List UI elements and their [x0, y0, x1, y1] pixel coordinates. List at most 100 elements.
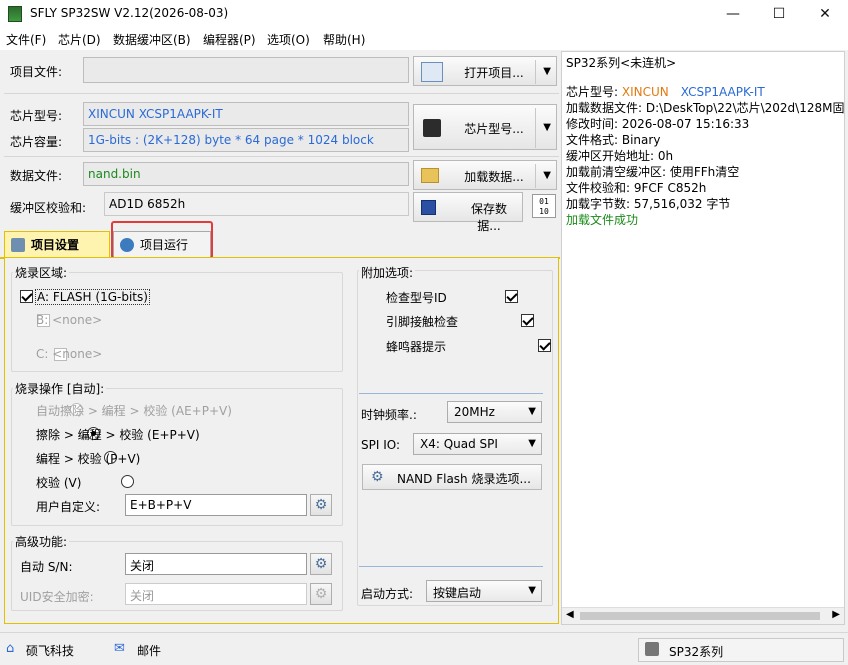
op-verify-radio[interactable]: [120, 475, 134, 488]
chevron-down-icon: ▼: [528, 585, 536, 596]
op-custom-label: 用户自定义:: [36, 500, 101, 514]
chip-capacity-field: 1G-bits : (2K+128) byte * 64 page * 1024…: [83, 128, 409, 152]
close-button[interactable]: ✕: [802, 0, 848, 28]
chip-capacity-label: 芯片容量:: [10, 135, 63, 149]
buzzer-label: 蜂鸣器提示: [386, 340, 447, 354]
auto-sn-label: 自动 S/N:: [20, 560, 73, 574]
chevron-down-icon: ▼: [528, 406, 536, 417]
menu-buffer[interactable]: 数据缓冲区(B): [113, 31, 191, 48]
chevron-down-icon[interactable]: ▼: [543, 170, 551, 181]
maximize-button[interactable]: ☐: [756, 0, 802, 28]
chip-model-label: 芯片型号:: [10, 109, 63, 123]
op-program-label: 编程 > 校验 (P+V): [36, 452, 141, 466]
menu-bar: 文件(F) 芯片(D) 数据缓冲区(B) 编程器(P) 选项(O) 帮助(H): [0, 28, 848, 50]
burn-area-a-checkbox[interactable]: [20, 290, 33, 303]
chevron-down-icon[interactable]: ▼: [543, 66, 551, 77]
gear-icon[interactable]: ⚙: [310, 494, 332, 516]
menu-chip[interactable]: 芯片(D): [58, 31, 101, 48]
burn-area-c-label: C: <none>: [36, 347, 103, 361]
chip-model-button[interactable]: 芯片型号... ▼: [413, 104, 557, 150]
horizontal-scrollbar[interactable]: ◀ ▶: [562, 607, 844, 624]
chip-icon: [423, 119, 441, 137]
log-line: 文件格式: Binary: [566, 133, 661, 147]
gear-icon: ⚙: [371, 469, 384, 485]
log-chip-line: 芯片型号: XINCUN XCSP1AAPK-IT: [566, 83, 765, 100]
pin-check-checkbox[interactable]: [521, 314, 535, 327]
save-data-button[interactable]: 保存数据...: [413, 192, 523, 233]
buzzer-checkbox[interactable]: [538, 339, 552, 352]
log-line: 加载前清空缓冲区: 使用FFh清空: [566, 165, 740, 179]
check-id-checkbox[interactable]: [504, 290, 518, 303]
scroll-left-icon[interactable]: ◀: [566, 609, 574, 620]
start-mode-label: 启动方式:: [361, 587, 414, 601]
open-project-button[interactable]: 打开项目... ▼: [413, 56, 557, 86]
spi-io-label: SPI IO:: [361, 438, 401, 452]
hex-view-button[interactable]: 01 10: [532, 194, 556, 218]
menu-file[interactable]: 文件(F): [6, 31, 46, 48]
menu-programmer[interactable]: 编程器(P): [203, 31, 256, 48]
clock-label: 时钟频率.:: [361, 408, 417, 422]
mail-link[interactable]: 邮件: [137, 642, 161, 659]
start-mode-value: 按键启动: [433, 586, 482, 600]
log-chip-model: XCSP1AAPK-IT: [680, 85, 765, 99]
log-line: 文件校验和: 9FCF C852h: [566, 181, 707, 195]
uid-encrypt-input: 关闭: [125, 583, 307, 605]
tab-bar: 项目设置 项目运行: [0, 221, 560, 259]
chip-model-button-label: 芯片型号...: [464, 122, 524, 136]
load-data-button[interactable]: 加载数据... ▼: [413, 160, 557, 190]
chip-model-field: XINCUN XCSP1AAPK-IT: [83, 102, 409, 126]
divider: [535, 164, 536, 188]
log-header: SP32系列<未连机>: [566, 56, 677, 70]
company-link[interactable]: 硕飞科技: [26, 642, 74, 659]
burn-operation-title: 烧录操作 [自动]:: [13, 380, 107, 397]
log-line: 加载字节数: 57,516,032 字节: [566, 197, 731, 211]
burn-area-b-label: B: <none>: [36, 313, 103, 327]
divider: [535, 108, 536, 148]
op-verify-label: 校验 (V): [36, 476, 82, 490]
gear-icon: ⚙: [310, 583, 332, 605]
device-icon: [645, 642, 659, 656]
open-project-label: 打开项目...: [464, 66, 524, 80]
status-bar: ⌂ 硕飞科技 ✉ 邮件 SP32系列: [0, 632, 848, 665]
auto-sn-input[interactable]: 关闭: [125, 553, 307, 575]
nand-options-label: NAND Flash 烧录选项...: [397, 472, 531, 486]
project-file-label: 项目文件:: [10, 65, 63, 79]
data-file-label: 数据文件:: [10, 169, 63, 183]
save-icon: [421, 200, 436, 215]
pin-check-label: 引脚接触检查: [386, 315, 459, 329]
spi-io-select[interactable]: X4: Quad SPI ▼: [413, 433, 542, 455]
clock-select[interactable]: 20MHz ▼: [447, 401, 542, 423]
tab-highlight-box: [111, 221, 213, 259]
burn-area-a-label: A: FLASH (1G-bits): [35, 289, 150, 305]
scrollbar-thumb[interactable]: [580, 612, 820, 620]
tab-project-settings[interactable]: 项目设置: [4, 231, 110, 257]
divider: [4, 156, 559, 157]
log-success: 加载文件成功: [566, 213, 639, 227]
tab-project-settings-label: 项目设置: [31, 238, 80, 252]
app-icon: [8, 6, 22, 22]
open-project-icon: [421, 62, 443, 82]
data-file-field: nand.bin: [83, 162, 409, 186]
device-status: SP32系列: [638, 638, 844, 662]
project-file-field[interactable]: [83, 57, 409, 83]
menu-help[interactable]: 帮助(H): [323, 31, 365, 48]
divider: [4, 93, 559, 94]
clock-value: 20MHz: [454, 405, 495, 419]
minimize-button[interactable]: —: [710, 0, 756, 28]
burn-area-title: 烧录区域:: [13, 264, 70, 281]
advanced-title: 高级功能:: [13, 533, 70, 550]
title-bar: SFLY SP32SW V2.12(2026-08-03) — ☐ ✕: [0, 0, 848, 28]
project-settings-panel: 烧录区域: A: FLASH (1G-bits) B: <none> C: <n…: [4, 257, 559, 624]
custom-op-input[interactable]: E+B+P+V: [125, 494, 307, 516]
chevron-down-icon: ▼: [528, 438, 536, 449]
chevron-down-icon[interactable]: ▼: [543, 122, 551, 133]
scroll-right-icon[interactable]: ▶: [832, 609, 840, 620]
menu-options[interactable]: 选项(O): [267, 31, 310, 48]
gear-icon[interactable]: ⚙: [310, 553, 332, 575]
start-mode-select[interactable]: 按键启动 ▼: [426, 580, 542, 602]
settings-icon: [11, 237, 25, 252]
device-series: SP32系列: [669, 645, 724, 659]
nand-options-button[interactable]: ⚙ NAND Flash 烧录选项...: [362, 464, 542, 490]
checksum-field: AD1D 6852h: [104, 192, 409, 216]
op-erase-label: 擦除 > 编程 > 校验 (E+P+V): [36, 428, 200, 442]
